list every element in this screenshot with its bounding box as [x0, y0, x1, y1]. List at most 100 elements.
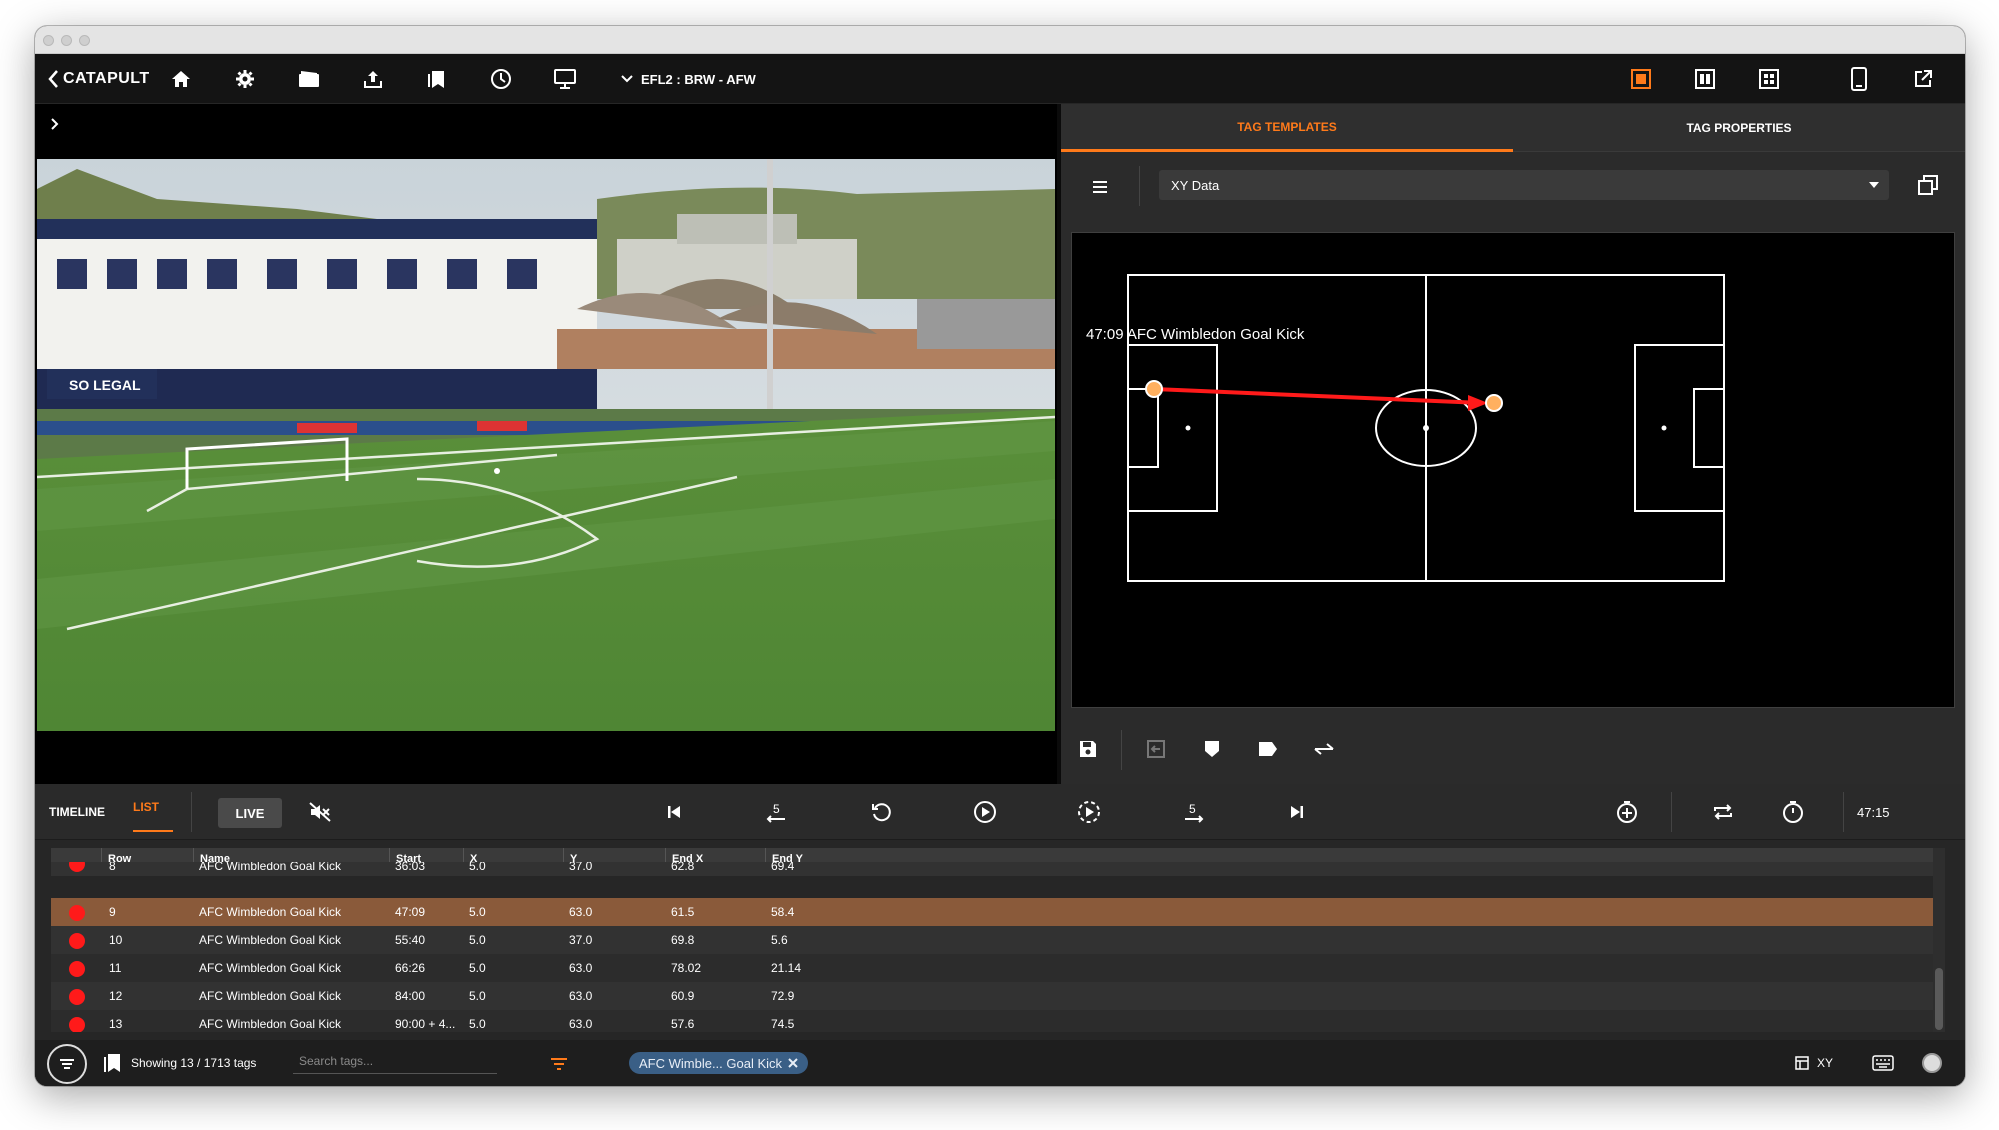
xy-mode-toggle[interactable]: XY [1795, 1040, 1833, 1086]
active-filter-chip[interactable]: AFC Wimble... Goal Kick [629, 1052, 809, 1074]
filter-button[interactable] [543, 1048, 575, 1080]
table-row[interactable]: 12 AFC Wimbledon Goal Kick 84:00 5.0 63.0 60.… [51, 982, 1933, 1010]
tag-list-menu-button[interactable] [47, 1044, 87, 1084]
cell-y: 63.0 [569, 1017, 593, 1031]
bookmarks-button[interactable] [417, 54, 457, 104]
step-back-5-button[interactable]: 5 [761, 796, 793, 828]
cell-y: 63.0 [569, 961, 593, 975]
match-label: EFL2 : BRW - AFW [641, 71, 756, 87]
add-timer-button[interactable] [1611, 796, 1643, 828]
catapult-logo[interactable]: CATAPULT [47, 54, 150, 104]
tag-button[interactable] [1251, 732, 1285, 766]
stopwatch-button[interactable] [1777, 796, 1809, 828]
cell-name: AFC Wimbledon Goal Kick [199, 1017, 342, 1031]
video-button[interactable] [289, 54, 329, 104]
replay-icon [872, 803, 891, 822]
svg-text:5: 5 [773, 802, 780, 816]
cell-end-x: 60.9 [671, 989, 695, 1003]
tab-tag-templates[interactable]: TAG TEMPLATES [1061, 104, 1513, 152]
cell-y: 63.0 [569, 989, 593, 1003]
title-bar [35, 26, 1965, 54]
search-tags-input[interactable]: Search tags... [293, 1048, 497, 1074]
zoom-window-button[interactable] [79, 35, 90, 46]
keyboard-button[interactable] [1867, 1047, 1899, 1079]
play-button[interactable] [969, 796, 1001, 828]
settings-button[interactable] [225, 54, 265, 104]
table-row[interactable]: 13 AFC Wimbledon Goal Kick 90:00 + 4... 5.0… [51, 1010, 1933, 1032]
cell-name: AFC Wimbledon Goal Kick [199, 961, 342, 975]
replay-button[interactable] [865, 796, 897, 828]
xy-label: XY [1817, 1056, 1834, 1070]
step-forward-5-button[interactable]: 5 [1177, 796, 1209, 828]
start-point-marker[interactable] [1145, 380, 1163, 398]
cell-row: 13 [109, 1017, 123, 1031]
external-link-button[interactable] [1903, 54, 1943, 104]
video-icon [299, 71, 319, 87]
import-button[interactable] [1139, 732, 1173, 766]
swap-icon [1314, 743, 1334, 755]
upload-button[interactable] [353, 54, 393, 104]
grid-view-button[interactable] [1749, 54, 1789, 104]
save-button[interactable] [1071, 732, 1105, 766]
cell-row: 11 [109, 961, 122, 975]
match-selector[interactable]: EFL2 : BRW - AFW [621, 54, 756, 104]
tablet-view-button[interactable] [1839, 54, 1879, 104]
pitch-event-label: 47:09 AFC Wimbledon Goal Kick [1086, 326, 1305, 343]
tab-tag-properties[interactable]: TAG PROPERTIES [1513, 104, 1965, 152]
slow-motion-button[interactable] [1073, 796, 1105, 828]
status-indicator[interactable] [1922, 1053, 1942, 1073]
step-forward-icon: 5 [1185, 802, 1204, 823]
slow-motion-icon [1078, 801, 1100, 823]
import-icon [1147, 740, 1165, 758]
back-chevron-icon [48, 70, 58, 88]
bookmarks-filter-button[interactable] [97, 1047, 129, 1079]
logo-text: CATAPULT [63, 70, 150, 87]
single-view-button[interactable] [1621, 54, 1661, 104]
minimize-window-button[interactable] [61, 35, 72, 46]
table-row[interactable]: 8 AFC Wimbledon Goal Kick 36:03 5.0 37.0 62.8… [51, 862, 1933, 876]
skip-to-end-button[interactable] [1281, 796, 1313, 828]
split-view-icon [1695, 69, 1715, 89]
cell-row: 8 [109, 862, 116, 873]
cell-start: 66:26 [395, 961, 426, 975]
save-icon [1080, 741, 1096, 757]
home-button[interactable] [161, 54, 201, 104]
expand-sidebar-button[interactable] [45, 114, 65, 134]
tab-timeline[interactable]: TIMELINE [49, 784, 109, 840]
divider [1843, 792, 1844, 832]
tab-list[interactable]: LIST [133, 784, 173, 832]
template-row: XY Data [1061, 152, 1965, 222]
skip-to-start-button[interactable] [658, 796, 690, 828]
table-row[interactable]: 9 AFC Wimbledon Goal Kick 47:09 5.0 63.0 61.5… [51, 898, 1933, 926]
table-scrollbar[interactable] [1933, 848, 1945, 1032]
remove-filter-icon[interactable] [788, 1058, 798, 1068]
cell-start: 47:09 [395, 905, 426, 919]
cell-y: 37.0 [569, 862, 593, 873]
xy-pitch[interactable]: 47:09 AFC Wimbledon Goal Kick [1071, 232, 1955, 708]
cell-row: 10 [109, 933, 123, 947]
monitor-icon [554, 69, 576, 89]
mute-button[interactable] [304, 796, 336, 828]
filter-chip-label: AFC Wimble... Goal Kick [639, 1055, 783, 1071]
table-row[interactable]: 10 AFC Wimbledon Goal Kick 55:40 5.0 37.0 69.… [51, 926, 1933, 954]
video-player[interactable]: SO LEGAL [37, 159, 1055, 731]
table-row[interactable]: 11 AFC Wimbledon Goal Kick 66:26 5.0 63.0 78.… [51, 954, 1933, 982]
display-button[interactable] [545, 54, 585, 104]
split-view-button[interactable] [1685, 54, 1725, 104]
template-menu-button[interactable] [1083, 170, 1117, 204]
cell-x: 5.0 [469, 933, 486, 947]
popout-button[interactable] [1911, 168, 1945, 202]
template-select[interactable]: XY Data [1159, 170, 1889, 200]
shield-button[interactable] [1195, 732, 1229, 766]
close-window-button[interactable] [43, 35, 54, 46]
home-icon [172, 71, 190, 87]
swap-button[interactable] [1307, 732, 1341, 766]
loop-button[interactable] [1707, 796, 1739, 828]
popout-window-icon [1918, 175, 1938, 195]
history-button[interactable] [481, 54, 521, 104]
end-point-marker[interactable] [1485, 394, 1503, 412]
cell-end-x: 57.6 [671, 1017, 695, 1031]
tag-color-dot [69, 905, 85, 921]
scrollbar-thumb[interactable] [1935, 968, 1943, 1030]
live-button[interactable]: LIVE [218, 798, 282, 828]
